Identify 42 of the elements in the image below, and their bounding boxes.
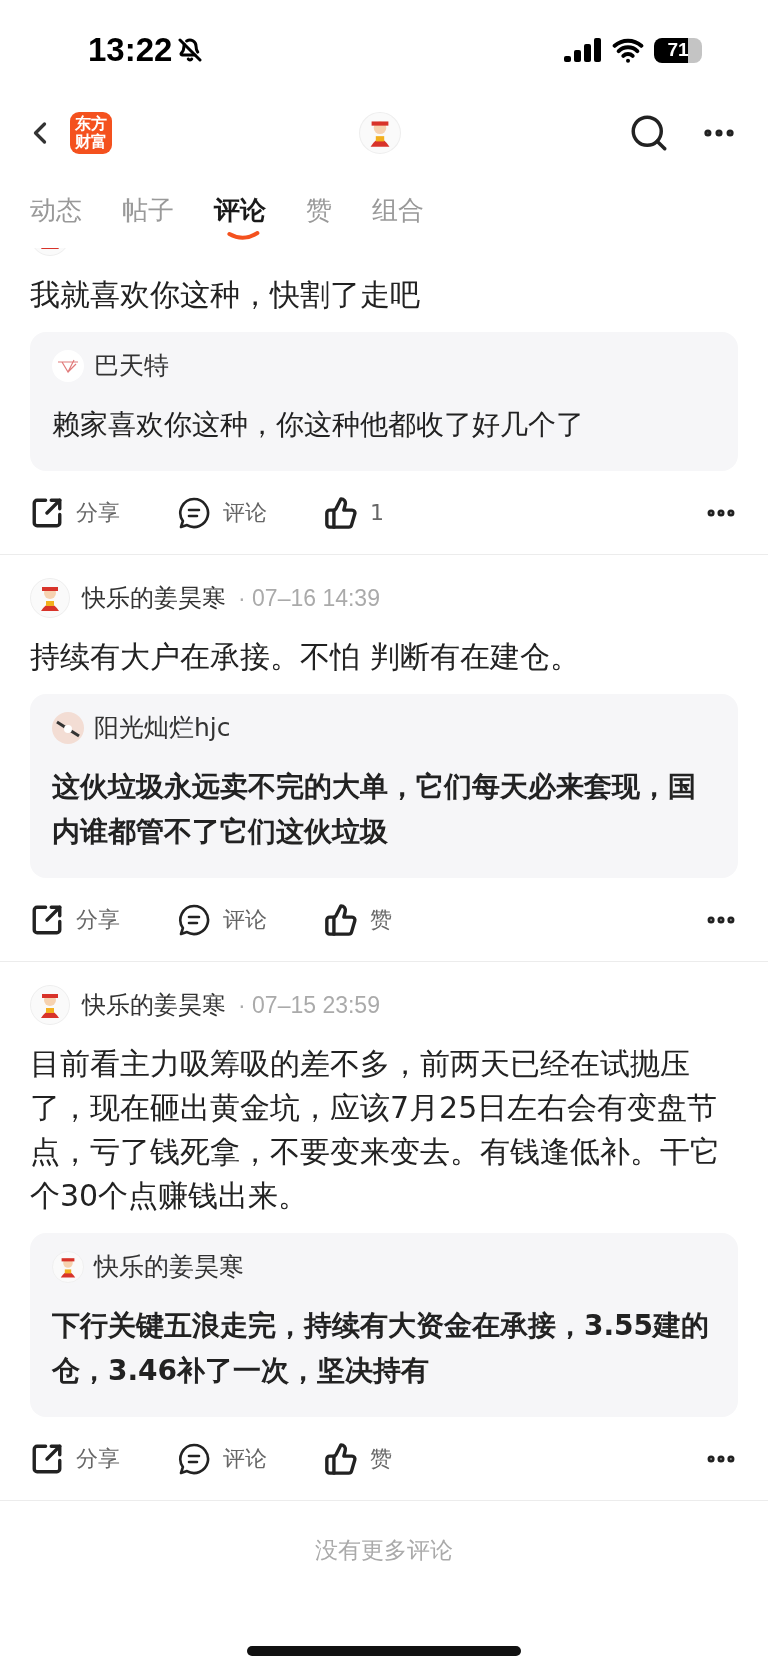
- like-icon[interactable]: [324, 902, 358, 937]
- share-icon[interactable]: [30, 1441, 64, 1476]
- share-icon[interactable]: [30, 495, 64, 530]
- quote-author: 阳光灿烂hjc: [94, 712, 231, 744]
- comment-icon: [177, 902, 211, 937]
- share-label[interactable]: 分享: [76, 497, 120, 528]
- post-time: · 07–16 14:39: [238, 584, 380, 612]
- quote-text: 这伙垃圾永远卖不完的大单，它们每天必来套现，国内谁都管不了它们这伙垃圾: [52, 769, 697, 850]
- quote-text: 赖家喜欢你这种，你这种他都收了好几个了: [52, 407, 585, 443]
- comment-label[interactable]: 评论: [223, 497, 267, 528]
- status-time: 13:22: [88, 31, 173, 69]
- signal-icon: [564, 38, 602, 62]
- app-logo: 东方 财富: [70, 112, 112, 154]
- like-label[interactable]: 赞: [370, 1443, 392, 1474]
- share-icon[interactable]: [30, 902, 64, 937]
- like-label[interactable]: 1: [370, 500, 384, 525]
- quote-author: 巴天特: [94, 350, 169, 382]
- quote-author: 快乐的姜昊寒: [94, 1251, 244, 1283]
- author-name[interactable]: 快乐的姜昊寒: [82, 989, 226, 1021]
- like-icon[interactable]: [324, 495, 358, 530]
- comment-text: 持续有大户在承接。不怕 判断有在建仓。: [30, 638, 581, 676]
- post-time: · 07–15 23:59: [238, 991, 380, 1019]
- share-label[interactable]: 分享: [76, 1443, 120, 1474]
- comment-icon: [177, 1441, 211, 1476]
- like-label[interactable]: 赞: [370, 904, 392, 935]
- quote-text: 下行关键五浪走完，持续有大资金在承接，3.55建的仓，3.46补了一次，坚决持有: [52, 1308, 711, 1389]
- quoted-reply[interactable]: 快乐的姜昊寒 下行关键五浪走完，持续有大资金在承接，3.55建的仓，3.46补了一次，坚决持有: [30, 1233, 738, 1417]
- battery-indicator: 71: [654, 37, 702, 63]
- comment-text: 我就喜欢你这种，快割了走吧: [30, 276, 421, 314]
- comment-label[interactable]: 评论: [223, 904, 267, 935]
- quoted-reply[interactable]: 巴天特 赖家喜欢你这种，你这种他都收了好几个了: [30, 332, 738, 471]
- tab[interactable]: 评论: [214, 186, 266, 228]
- comment-label[interactable]: 评论: [223, 1443, 267, 1474]
- comment-text: 目前看主力吸筹吸的差不多，前两天已经在试抛压了，现在砸出黄金坑，应该7月25日左右会有变盘节点，亏了钱死拿，不要变来变去。有钱逢低补。干它个30个点赚钱出来。: [30, 1045, 721, 1215]
- comment-icon: [177, 495, 211, 530]
- share-label[interactable]: 分享: [76, 904, 120, 935]
- tab-underline: [226, 229, 261, 242]
- no-more-comments: 没有更多评论: [314, 1536, 454, 1565]
- like-icon[interactable]: [324, 1441, 358, 1476]
- quoted-reply[interactable]: 阳光灿烂hjc 这伙垃圾永远卖不完的大单，它们每天必来套现，国内谁都管不了它们这伙垃圾: [30, 694, 738, 878]
- bell-off-icon: [178, 38, 203, 62]
- author-name[interactable]: 快乐的姜昊寒: [82, 582, 226, 614]
